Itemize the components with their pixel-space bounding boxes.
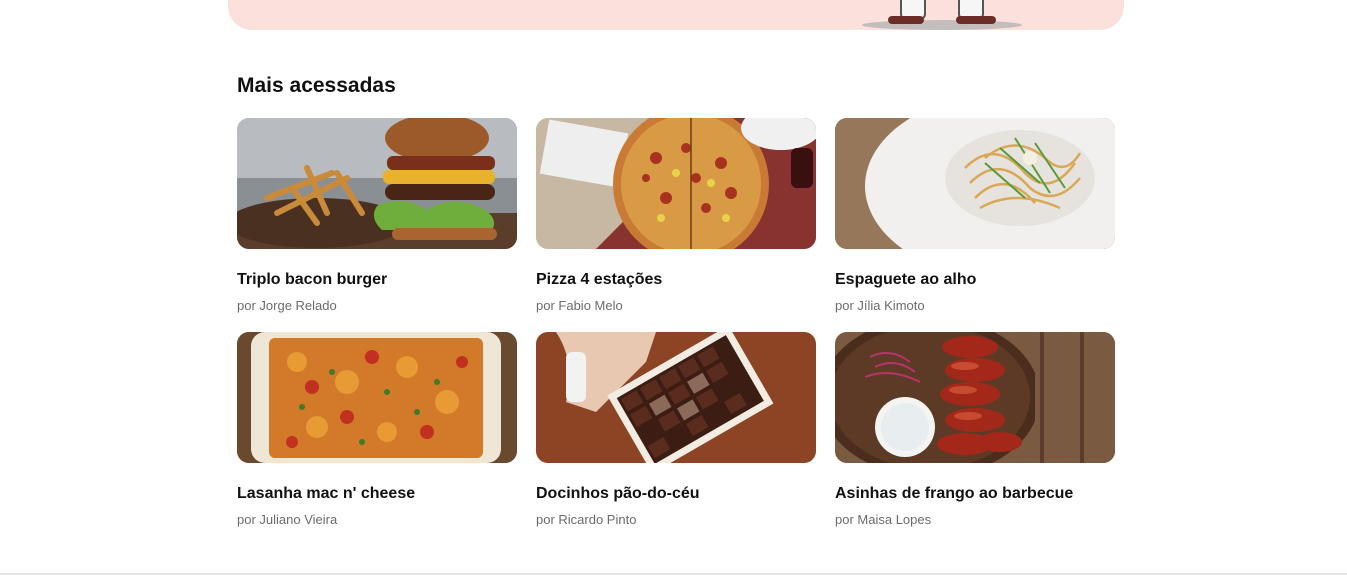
page: Mais acessadas Triplo bacon burger por J… (0, 0, 1347, 575)
recipe-image[interactable] (237, 332, 517, 463)
chef-shadow (862, 20, 1022, 30)
recipe-image[interactable] (536, 332, 816, 463)
recipe-image[interactable] (835, 118, 1115, 249)
recipe-title[interactable]: Asinhas de frango ao barbecue (835, 485, 1073, 503)
recipe-image[interactable] (536, 118, 816, 249)
chef-illustration-shoe (956, 16, 996, 24)
recipe-author: por Juliano Vieira (237, 512, 338, 527)
chocolates-photo (536, 332, 816, 463)
recipe-title[interactable]: Pizza 4 estações (536, 271, 662, 289)
recipe-image[interactable] (237, 118, 517, 249)
section-title: Mais acessadas (237, 74, 396, 97)
spaghetti-photo (835, 118, 1115, 249)
recipe-card[interactable]: Lasanha mac n' cheese por Juliano Vieira (237, 332, 517, 546)
recipe-author: por Jorge Relado (237, 298, 337, 313)
recipe-author: por Ricardo Pinto (536, 512, 637, 527)
recipe-card[interactable]: Pizza 4 estações por Fabio Melo (536, 118, 816, 332)
recipe-card[interactable]: Asinhas de frango ao barbecue por Maisa … (835, 332, 1115, 546)
lasagna-photo (237, 332, 517, 463)
chicken-wings-photo (835, 332, 1115, 463)
recipe-card[interactable]: Docinhos pão-do-céu por Ricardo Pinto (536, 332, 816, 546)
recipe-card[interactable]: Espaguete ao alho por Jília Kimoto (835, 118, 1115, 332)
recipe-author: por Jília Kimoto (835, 298, 925, 313)
pizza-photo (536, 118, 816, 249)
recipe-title[interactable]: Triplo bacon burger (237, 271, 387, 289)
recipe-image[interactable] (835, 332, 1115, 463)
recipe-title[interactable]: Espaguete ao alho (835, 271, 976, 289)
recipe-author: por Maisa Lopes (835, 512, 932, 527)
recipe-title[interactable]: Docinhos pão-do-céu (536, 485, 700, 503)
recipe-author: por Fabio Melo (536, 298, 623, 313)
burger-photo (237, 118, 517, 249)
chef-illustration-shoe (888, 16, 924, 24)
recipe-card[interactable]: Triplo bacon burger por Jorge Relado (237, 118, 517, 332)
recipe-title[interactable]: Lasanha mac n' cheese (237, 485, 415, 503)
recipe-grid: Triplo bacon burger por Jorge Relado Piz… (237, 118, 1115, 546)
hero-banner (228, 0, 1124, 30)
